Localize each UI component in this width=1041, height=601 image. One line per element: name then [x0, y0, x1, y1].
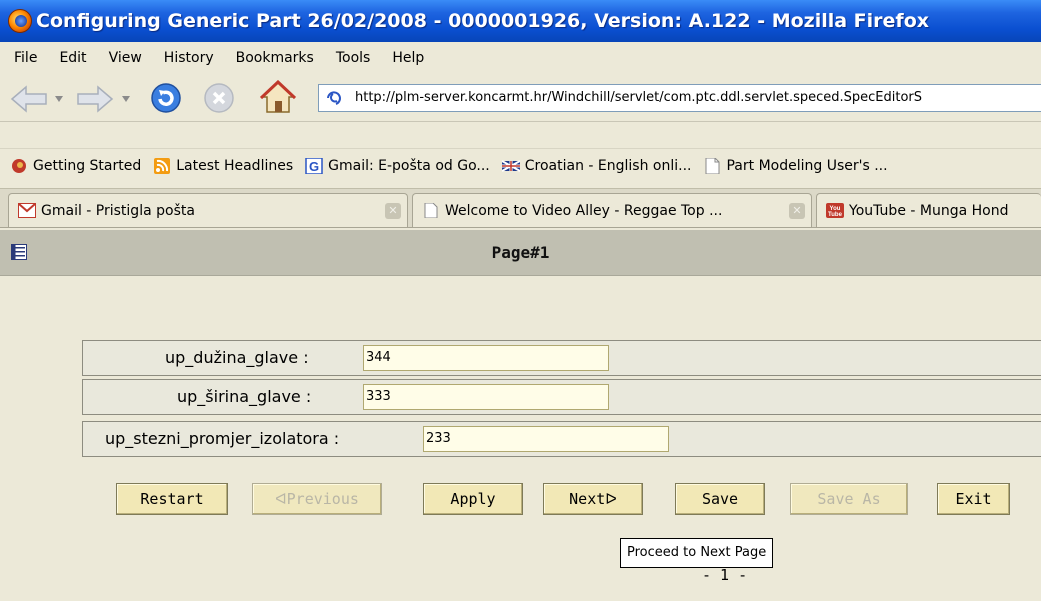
google-icon: G — [305, 157, 323, 174]
tab-label: YouTube - Munga Hond — [849, 202, 1009, 219]
menu-tools[interactable]: Tools — [336, 50, 371, 66]
sirina-glave-input[interactable]: 333 — [363, 384, 609, 410]
apply-button[interactable]: Apply — [423, 483, 523, 515]
menu-help[interactable]: Help — [392, 50, 424, 66]
page-title: Page#1 — [491, 243, 550, 262]
back-dropdown-icon[interactable] — [55, 96, 63, 102]
menu-bookmarks[interactable]: Bookmarks — [236, 50, 314, 66]
next-arrow-icon: ᐅ — [605, 490, 617, 508]
menu-history[interactable]: History — [164, 50, 214, 66]
youtube-icon: You Tube — [826, 203, 844, 218]
bookmark-label: Gmail: E-pošta od Go... — [328, 157, 490, 174]
menu-bar: File Edit View History Bookmarks Tools H… — [0, 42, 1041, 74]
next-button[interactable]: Nextᐅ — [543, 483, 643, 515]
next-tooltip: Proceed to Next Page — [620, 538, 774, 568]
back-arrow-icon[interactable] — [10, 85, 48, 113]
bookmark-croatian-english[interactable]: Croatian - English onli... — [501, 157, 692, 174]
bookmark-gmail[interactable]: G Gmail: E-pošta od Go... — [305, 157, 490, 174]
gmail-icon — [18, 203, 36, 218]
bookmark-latest-headlines[interactable]: Latest Headlines — [153, 157, 294, 174]
bookmark-label: Croatian - English onli... — [524, 157, 692, 174]
close-tab-icon[interactable]: ✕ — [385, 203, 401, 219]
forward-arrow-icon[interactable] — [76, 85, 114, 113]
stezni-promjer-input[interactable]: 233 — [423, 426, 669, 452]
field-label: up_stezni_promjer_izolatora : — [105, 429, 340, 448]
page-icon — [424, 203, 438, 218]
tab-label: Gmail - Pristigla pošta — [41, 202, 195, 219]
previous-label: Previous — [286, 490, 359, 508]
rss-icon — [154, 157, 171, 174]
page-number: - 1 - — [702, 566, 748, 584]
svg-text:Tube: Tube — [828, 212, 843, 218]
svg-text:G: G — [309, 159, 319, 174]
page-header: Page#1 — [0, 230, 1041, 276]
bookmark-getting-started[interactable]: Getting Started — [10, 158, 141, 174]
stop-icon[interactable] — [203, 82, 235, 114]
duzina-glave-input[interactable]: 344 — [363, 345, 609, 371]
tab-video-alley[interactable]: Welcome to Video Alley - Reggae Top ... … — [412, 193, 812, 227]
field-label: up_širina_glave : — [177, 387, 312, 406]
tab-strip: Gmail - Pristigla pošta ✕ Welcome to Vid… — [0, 188, 1041, 228]
window-title: Configuring Generic Part 26/02/2008 - 00… — [36, 10, 930, 32]
window-title-bar: Configuring Generic Part 26/02/2008 - 00… — [0, 0, 1041, 42]
firefox-icon — [8, 9, 32, 33]
bookmark-label: Latest Headlines — [176, 157, 294, 174]
field-row-sirina-glave: up_širina_glave : 333 — [82, 379, 1041, 415]
forward-dropdown-icon[interactable] — [122, 96, 130, 102]
close-tab-icon[interactable]: ✕ — [789, 203, 805, 219]
menu-edit[interactable]: Edit — [59, 50, 86, 66]
field-label: up_dužina_glave : — [165, 348, 309, 367]
previous-arrow-icon: ᐊ — [275, 490, 287, 508]
reload-icon[interactable] — [150, 82, 182, 114]
previous-button[interactable]: ᐊPrevious — [252, 483, 382, 515]
bookmark-label: Getting Started — [33, 157, 142, 174]
next-label: Next — [569, 490, 606, 508]
menu-view[interactable]: View — [109, 50, 142, 66]
bookmark-part-modeling[interactable]: Part Modeling User's ... — [703, 157, 888, 174]
save-button[interactable]: Save — [675, 483, 765, 515]
restart-button[interactable]: Restart — [116, 483, 228, 515]
page-icon — [705, 157, 720, 174]
save-as-button[interactable]: Save As — [790, 483, 908, 515]
exit-button[interactable]: Exit — [937, 483, 1010, 515]
firefox-bookmark-icon — [12, 158, 26, 173]
address-bar[interactable]: http://plm-server.koncarmt.hr/Windchill/… — [318, 84, 1041, 112]
tab-label: Welcome to Video Alley - Reggae Top ... — [445, 202, 723, 219]
tab-youtube[interactable]: You Tube YouTube - Munga Hond — [816, 193, 1041, 227]
tab-gmail[interactable]: Gmail - Pristigla pošta ✕ — [8, 193, 408, 227]
site-icon — [327, 91, 341, 105]
field-row-stezni-promjer: up_stezni_promjer_izolatora : 233 — [82, 421, 1041, 457]
uk-flag-icon — [501, 159, 520, 172]
home-icon[interactable] — [260, 80, 296, 114]
bookmarks-toolbar: Getting Started Latest Headlines G Gmail… — [0, 148, 1041, 182]
field-row-duzina-glave: up_dužina_glave : 344 — [82, 340, 1041, 376]
menu-file[interactable]: File — [14, 50, 37, 66]
navigation-toolbar: http://plm-server.koncarmt.hr/Windchill/… — [0, 74, 1041, 122]
bookmark-label: Part Modeling User's ... — [726, 157, 888, 174]
url-text[interactable]: http://plm-server.koncarmt.hr/Windchill/… — [355, 90, 922, 105]
